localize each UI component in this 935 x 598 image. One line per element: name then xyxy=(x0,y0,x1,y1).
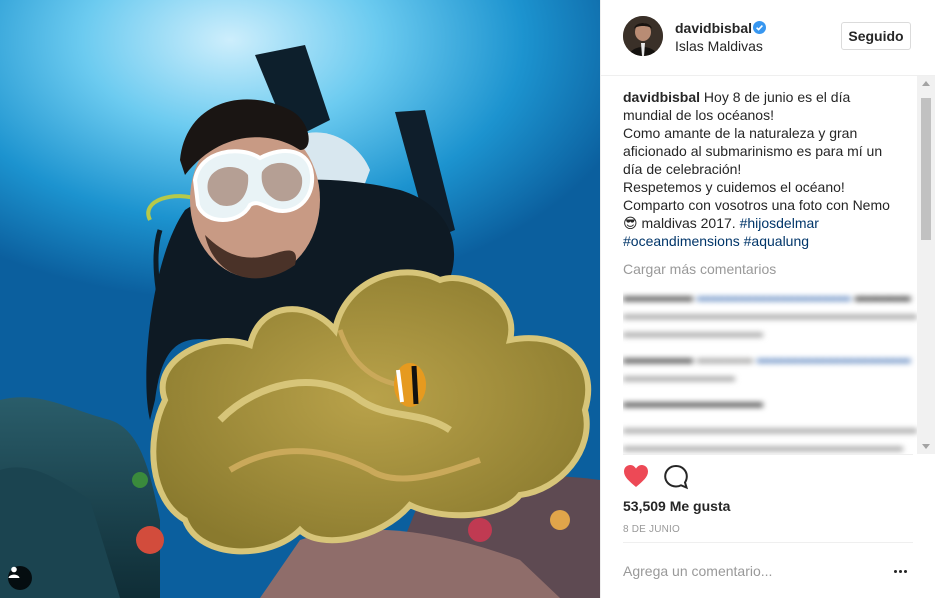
following-button[interactable]: Seguido xyxy=(841,22,911,50)
avatar[interactable] xyxy=(623,16,663,56)
hashtag-link[interactable]: #hijosdelmar xyxy=(740,215,819,231)
caption-emoji: 😎 xyxy=(623,215,638,231)
caption-line: día de celebración! xyxy=(623,161,742,177)
add-comment-section xyxy=(623,542,913,598)
caption-line: Hoy 8 de junio es el día xyxy=(703,89,851,105)
caption-line: Comparto con vosotros una foto con Nemo xyxy=(623,197,890,213)
caption-line: Como amante de la naturaleza y gran xyxy=(623,125,858,141)
comments-list: davidbisbal Hoy 8 de junio es el día mun… xyxy=(623,88,919,454)
post-actions xyxy=(623,464,743,490)
caption-tail: maldivas 2017. xyxy=(641,215,736,231)
post-location[interactable]: Islas Maldivas xyxy=(675,38,763,54)
divider xyxy=(623,454,913,455)
comment-input[interactable] xyxy=(623,557,863,585)
blurred-comments: ▬▬▬▬▬ ▬▬▬▬▬▬▬▬▬▬▬ ▬▬▬▬ ▬▬▬▬▬▬▬▬▬▬▬▬▬▬▬▬▬… xyxy=(623,288,917,454)
caption-line: mundial de los océanos! xyxy=(623,107,774,123)
post-photo[interactable] xyxy=(0,0,600,598)
diver-anemone-illustration xyxy=(0,45,600,598)
post-header: davidbisbal Islas Maldivas Seguido xyxy=(601,0,935,76)
post-side-panel: davidbisbal Islas Maldivas Seguido david… xyxy=(600,0,935,598)
comments-scrollbar[interactable] xyxy=(917,76,935,454)
avatar-image xyxy=(623,16,663,56)
more-options-icon[interactable] xyxy=(889,565,911,577)
hashtag-link[interactable]: #oceandimensions xyxy=(623,233,740,249)
scroll-up-arrow-icon[interactable] xyxy=(922,81,930,86)
caption-username[interactable]: davidbisbal xyxy=(623,89,700,105)
heart-icon[interactable] xyxy=(623,464,649,488)
scroll-down-arrow-icon[interactable] xyxy=(922,444,930,449)
load-more-comments[interactable]: Cargar más comentarios xyxy=(623,261,919,277)
user-tag-icon[interactable] xyxy=(8,566,32,590)
verified-badge-icon xyxy=(753,21,766,34)
like-count[interactable]: 53,509 Me gusta xyxy=(623,498,730,514)
person-silhouette-icon xyxy=(8,566,20,578)
hashtag-link[interactable]: #aqualung xyxy=(744,233,809,249)
scrollbar-thumb[interactable] xyxy=(921,98,931,240)
post-username[interactable]: davidbisbal xyxy=(675,20,752,36)
post-date[interactable]: 8 de junio xyxy=(623,524,680,535)
post-caption: davidbisbal Hoy 8 de junio es el día mun… xyxy=(623,88,919,250)
caption-line: Respetemos y cuidemos el océano! xyxy=(623,179,845,195)
speech-bubble-icon[interactable] xyxy=(663,464,689,490)
caption-line: aficionado al submarinismo es para mí un xyxy=(623,143,883,159)
